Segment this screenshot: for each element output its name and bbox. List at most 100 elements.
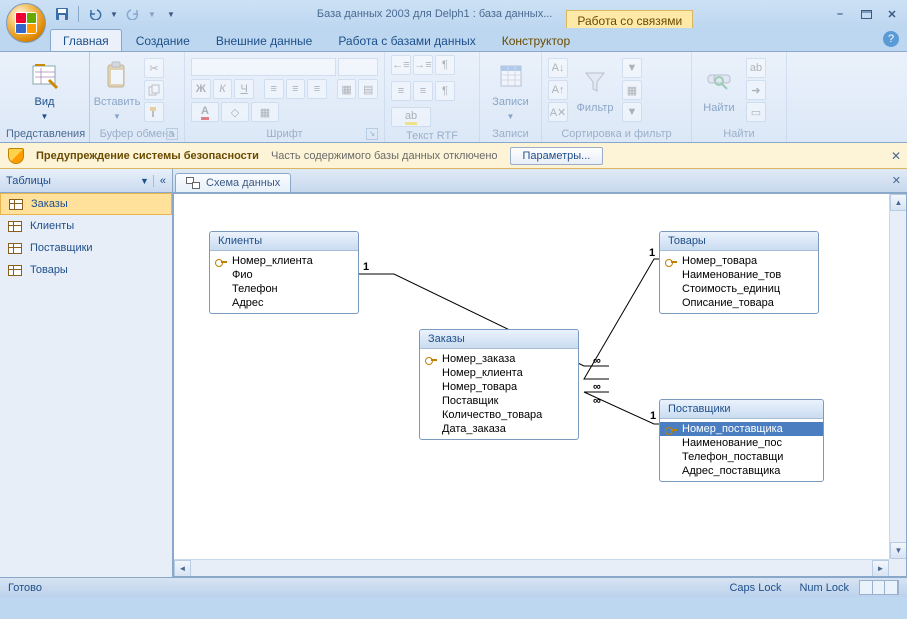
filter-button[interactable]: Фильтр: [574, 64, 616, 116]
relationships-canvas[interactable]: 1 ∞ ∞ 1 ∞ 1 Клиенты Номер_клиента Фио Те…: [173, 193, 907, 577]
alt-row-icon[interactable]: ▤: [358, 79, 378, 99]
scrollbar-horizontal[interactable]: ◄►: [174, 559, 889, 576]
nav-item-tovary[interactable]: Товары: [0, 259, 172, 281]
sort-desc-icon[interactable]: A↑: [548, 80, 568, 100]
font-name-combo[interactable]: [191, 58, 336, 76]
field-row[interactable]: Номер_заказа: [420, 352, 578, 366]
quick-access-toolbar: ▼ ▼ ▼: [52, 4, 181, 24]
office-button[interactable]: [6, 3, 46, 43]
align-right-icon[interactable]: ≡: [307, 79, 327, 99]
highlight-icon[interactable]: ab: [391, 107, 431, 127]
tab-create[interactable]: Создание: [124, 30, 202, 51]
table-box-zakazy[interactable]: Заказы Номер_заказа Номер_клиента Номер_…: [419, 329, 579, 440]
group-records-label: Записи: [486, 125, 535, 142]
security-close-icon[interactable]: ✕: [891, 149, 901, 163]
view-button[interactable]: Вид▼: [24, 58, 66, 123]
scrollbar-vertical[interactable]: ▲▼: [889, 194, 906, 559]
underline-icon[interactable]: Ч: [234, 79, 254, 99]
copy-icon[interactable]: [144, 80, 164, 100]
field-row[interactable]: Адрес_поставщика: [660, 464, 823, 478]
tab-design[interactable]: Конструктор: [490, 30, 582, 51]
rtl-icon[interactable]: ¶: [435, 81, 455, 101]
key-icon: [215, 256, 227, 268]
security-title: Предупреждение системы безопасности: [36, 150, 259, 162]
undo-dropdown-icon[interactable]: ▼: [109, 4, 119, 24]
cut-icon[interactable]: ✂: [144, 58, 164, 78]
navpane-header[interactable]: Таблицы ▼«: [0, 169, 172, 193]
field-row[interactable]: Номер_клиента: [210, 254, 358, 268]
numbered-list-icon[interactable]: ≡: [391, 81, 411, 101]
field-row[interactable]: Описание_товара: [660, 296, 818, 310]
qat-customize-icon[interactable]: ▼: [161, 4, 181, 24]
security-options-button[interactable]: Параметры...: [510, 147, 604, 165]
nav-item-klienty[interactable]: Клиенты: [0, 215, 172, 237]
table-box-klienty[interactable]: Клиенты Номер_клиента Фио Телефон Адрес: [209, 231, 359, 314]
field-row[interactable]: Дата_заказа: [420, 422, 578, 436]
field-row[interactable]: Поставщик: [420, 394, 578, 408]
font-launcher-icon[interactable]: ↘: [366, 128, 378, 140]
field-row[interactable]: Номер_товара: [660, 254, 818, 268]
bold-icon[interactable]: Ж: [191, 79, 211, 99]
clipboard-launcher-icon[interactable]: ↘: [166, 128, 178, 140]
selection-filter-icon[interactable]: ▼: [622, 58, 642, 78]
group-views-label: Представления: [6, 125, 83, 142]
decrease-indent-icon[interactable]: ←≡: [391, 55, 411, 75]
view-switcher[interactable]: [859, 580, 899, 595]
nav-item-zakazy[interactable]: Заказы: [0, 193, 172, 215]
table-box-postavshiki[interactable]: Поставщики Номер_поставщика Наименование…: [659, 399, 824, 482]
field-row[interactable]: Количество_товара: [420, 408, 578, 422]
doc-tab-schema[interactable]: Схема данных: [175, 173, 291, 192]
field-row[interactable]: Наименование_пос: [660, 436, 823, 450]
field-row[interactable]: Наименование_тов: [660, 268, 818, 282]
field-row[interactable]: Стоимость_единиц: [660, 282, 818, 296]
key-icon: [665, 256, 677, 268]
save-icon[interactable]: [52, 4, 72, 24]
tab-home[interactable]: Главная: [50, 29, 122, 51]
tab-external[interactable]: Внешние данные: [204, 30, 325, 51]
collapse-navpane-icon[interactable]: «: [153, 175, 166, 187]
replace-icon[interactable]: ab: [746, 58, 766, 78]
fill-color-icon[interactable]: ◇: [221, 102, 249, 122]
italic-icon[interactable]: К: [213, 79, 233, 99]
font-color-icon[interactable]: А: [191, 102, 219, 122]
sort-asc-icon[interactable]: A↓: [548, 58, 568, 78]
paste-button[interactable]: Вставить▼: [96, 58, 138, 123]
redo-dropdown-icon[interactable]: ▼: [147, 4, 157, 24]
redo-icon[interactable]: [123, 4, 143, 24]
field-row[interactable]: Номер_поставщика: [660, 422, 823, 436]
close-button[interactable]: ✕: [881, 5, 903, 23]
nav-item-postavshiki[interactable]: Поставщики: [0, 237, 172, 259]
minimize-button[interactable]: –: [829, 5, 851, 23]
increase-indent-icon[interactable]: →≡: [413, 55, 433, 75]
goto-icon[interactable]: ➜: [746, 80, 766, 100]
advanced-filter-icon[interactable]: ▦: [622, 80, 642, 100]
toggle-filter-icon[interactable]: ▼: [622, 102, 642, 122]
field-row[interactable]: Номер_клиента: [420, 366, 578, 380]
field-row[interactable]: Телефон: [210, 282, 358, 296]
table-box-tovary[interactable]: Товары Номер_товара Наименование_тов Сто…: [659, 231, 819, 314]
clear-sort-icon[interactable]: A✕: [548, 102, 568, 122]
select-icon[interactable]: ▭: [746, 102, 766, 122]
tab-db-tools[interactable]: Работа с базами данных: [326, 30, 487, 51]
grid-color-icon[interactable]: ▦: [251, 102, 279, 122]
group-sortfilter-label: Сортировка и фильтр: [548, 125, 685, 142]
field-row[interactable]: Номер_товара: [420, 380, 578, 394]
find-button[interactable]: Найти: [698, 64, 740, 116]
ltr-icon[interactable]: ¶: [435, 55, 455, 75]
gridlines-icon[interactable]: ▦: [337, 79, 357, 99]
field-row[interactable]: Телефон_поставщи: [660, 450, 823, 464]
format-painter-icon[interactable]: [144, 102, 164, 122]
align-left-icon[interactable]: ≡: [264, 79, 284, 99]
maximize-button[interactable]: [855, 5, 877, 23]
field-row[interactable]: Адрес: [210, 296, 358, 310]
doc-close-icon[interactable]: ✕: [892, 174, 901, 187]
bullet-list-icon[interactable]: ≡: [413, 81, 433, 101]
font-size-combo[interactable]: [338, 58, 378, 76]
help-icon[interactable]: ?: [883, 31, 899, 47]
align-center-icon[interactable]: ≡: [286, 79, 306, 99]
group-font-label: Шрифт↘: [191, 125, 378, 142]
records-button[interactable]: Записи▼: [490, 58, 532, 123]
context-tab-group: Работа со связями: [566, 10, 693, 28]
undo-icon[interactable]: [85, 4, 105, 24]
field-row[interactable]: Фио: [210, 268, 358, 282]
